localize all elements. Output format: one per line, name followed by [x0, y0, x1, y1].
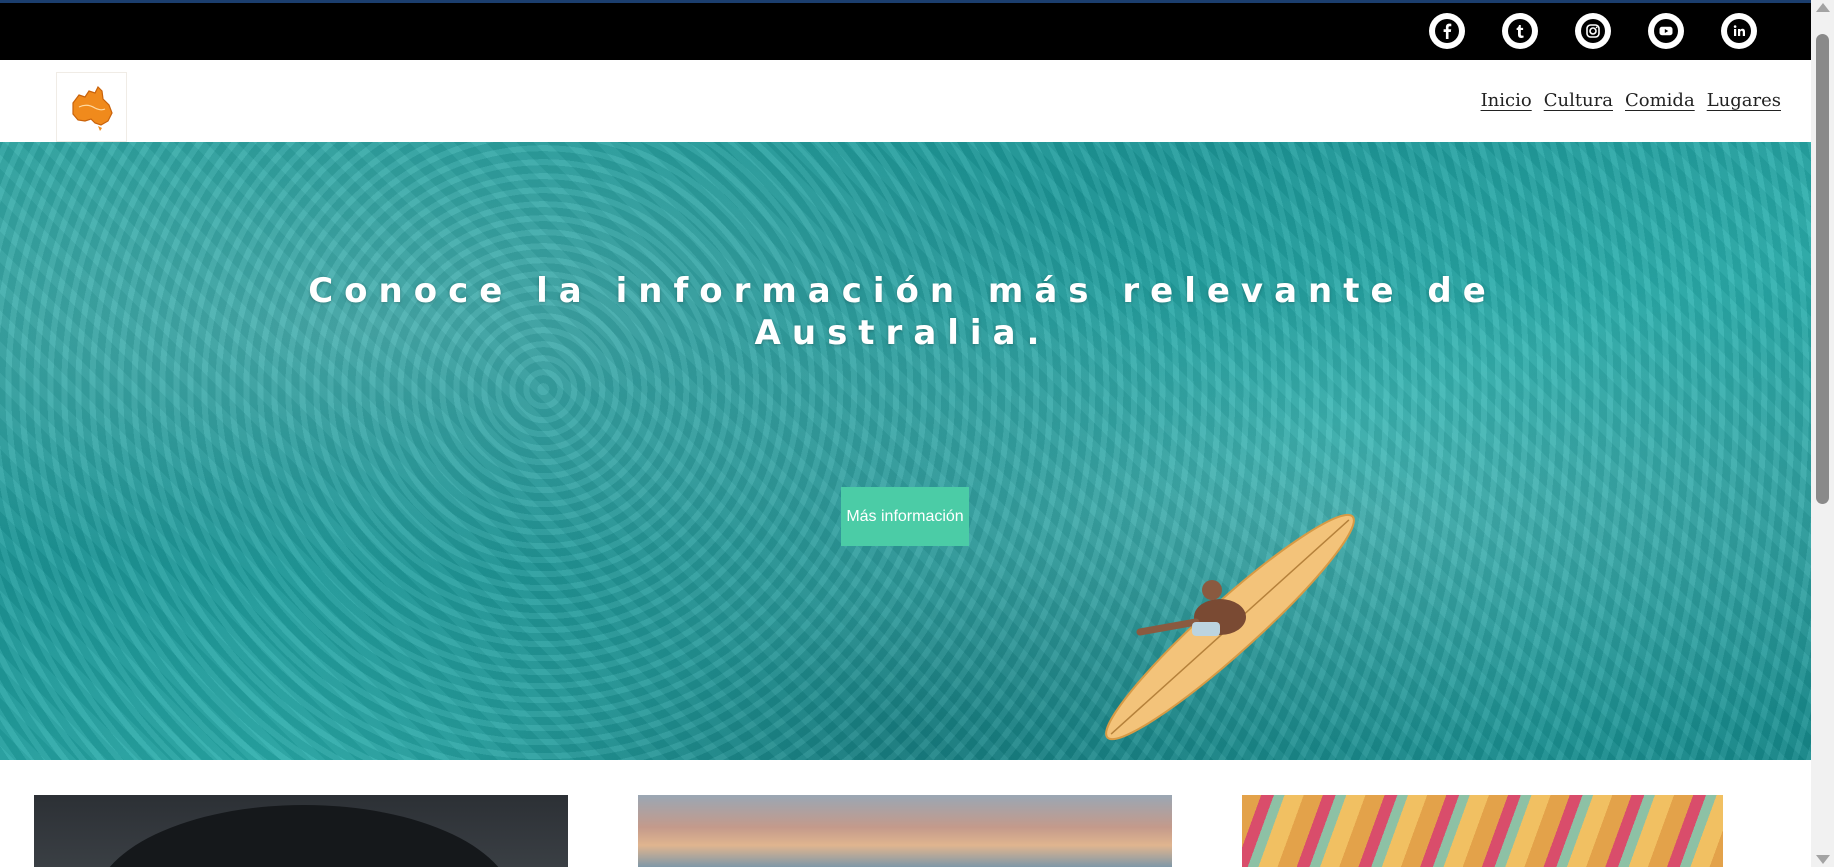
- main-nav: Inicio Cultura Comida Lugares: [1481, 90, 1781, 111]
- scrollbar-thumb[interactable]: [1816, 34, 1829, 504]
- linkedin-icon[interactable]: [1721, 13, 1757, 49]
- instagram-icon[interactable]: [1575, 13, 1611, 49]
- tumblr-icon[interactable]: [1502, 13, 1538, 49]
- card-image-2[interactable]: [638, 795, 1172, 867]
- surfer-image: [1105, 513, 1355, 741]
- social-links: [1429, 13, 1757, 49]
- youtube-icon[interactable]: [1648, 13, 1684, 49]
- scroll-down-arrow-icon[interactable]: [1816, 855, 1830, 864]
- hero-section: Conoce la información más relevante de A…: [0, 142, 1811, 760]
- australia-map-icon: [71, 85, 113, 131]
- site-header: Inicio Cultura Comida Lugares: [0, 60, 1811, 142]
- nav-link-cultura[interactable]: Cultura: [1544, 90, 1613, 111]
- nav-link-inicio[interactable]: Inicio: [1481, 90, 1532, 111]
- site-logo[interactable]: [56, 72, 127, 142]
- top-bar: [0, 0, 1811, 60]
- vertical-scrollbar[interactable]: [1811, 0, 1834, 867]
- facebook-icon[interactable]: [1429, 13, 1465, 49]
- card-image-1[interactable]: [34, 795, 568, 867]
- more-info-button[interactable]: Más información: [841, 487, 969, 546]
- nav-link-comida[interactable]: Comida: [1625, 90, 1695, 111]
- card-image-3[interactable]: [1242, 795, 1723, 867]
- hero-title: Conoce la información más relevante de A…: [308, 271, 1497, 353]
- scroll-up-arrow-icon[interactable]: [1816, 3, 1830, 12]
- nav-link-lugares[interactable]: Lugares: [1707, 90, 1781, 111]
